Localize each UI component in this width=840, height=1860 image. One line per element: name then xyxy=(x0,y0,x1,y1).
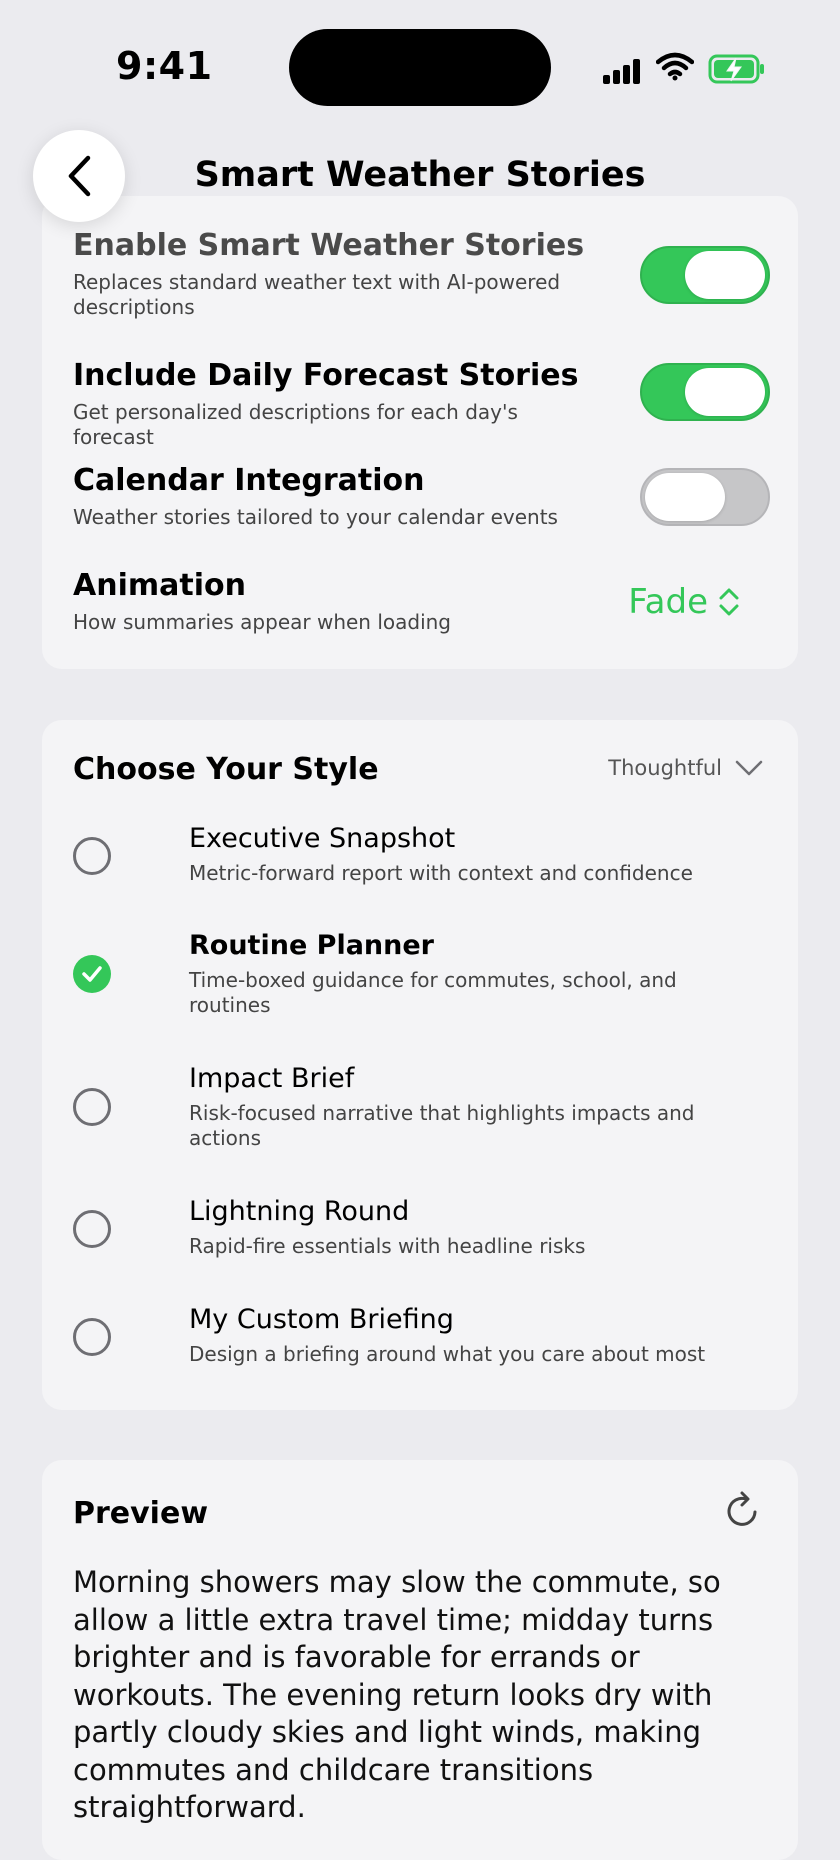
setting-subtitle: Replaces standard weather text with AI-p… xyxy=(73,270,561,319)
settings-card: Enable Smart Weather Stories Replaces st… xyxy=(42,196,798,669)
option-title: Impact Brief xyxy=(189,1063,355,1094)
chevron-up-down-icon xyxy=(719,588,739,616)
animation-picker-value: Fade xyxy=(628,582,708,622)
setting-subtitle: Get personalized descriptions for each d… xyxy=(73,400,518,449)
preview-card: Preview Morning showers may slow the com… xyxy=(42,1460,798,1860)
radio-button[interactable] xyxy=(73,1088,111,1126)
toggle-knob xyxy=(645,473,725,521)
style-card: Choose Your Style Thoughtful Executive S… xyxy=(42,720,798,1410)
option-subtitle: Time-boxed guidance for commutes, school… xyxy=(189,968,677,1017)
option-subtitle: Design a briefing around what you care a… xyxy=(189,1342,706,1366)
style-dropdown-value: Thoughtful xyxy=(608,756,722,780)
refresh-icon[interactable] xyxy=(724,1490,762,1530)
include-daily-forecast-stories-toggle[interactable] xyxy=(640,363,770,421)
radio-button-selected[interactable] xyxy=(73,955,111,993)
animation-subtitle: How summaries appear when loading xyxy=(73,610,451,634)
option-subtitle: Metric-forward report with context and c… xyxy=(189,861,693,885)
option-text: Executive Snapshot Metric-forward report… xyxy=(189,823,709,886)
option-title: Lightning Round xyxy=(189,1196,410,1227)
style-dropdown[interactable]: Thoughtful xyxy=(608,756,764,780)
option-text: Impact Brief Risk-focused narrative that… xyxy=(189,1063,709,1151)
style-section-title: Choose Your Style xyxy=(73,752,379,787)
signal-icon xyxy=(603,58,643,84)
radio-button[interactable] xyxy=(73,1318,111,1356)
option-title: Routine Planner xyxy=(189,930,434,961)
radio-button[interactable] xyxy=(73,1210,111,1248)
option-text: Lightning Round Rapid-fire essentials wi… xyxy=(189,1196,709,1259)
dynamic-island xyxy=(289,29,551,106)
checkmark-icon xyxy=(82,966,102,982)
option-text: My Custom Briefing Design a briefing aro… xyxy=(189,1304,709,1367)
wifi-icon xyxy=(656,52,694,81)
toggle-knob xyxy=(685,251,765,299)
option-subtitle: Risk-focused narrative that highlights i… xyxy=(189,1101,695,1150)
setting-subtitle: Weather stories tailored to your calenda… xyxy=(73,505,558,529)
calendar-integration-toggle[interactable] xyxy=(640,468,770,526)
status-time: 9:41 xyxy=(116,44,213,88)
chevron-down-icon xyxy=(735,760,763,776)
option-text: Routine Planner Time-boxed guidance for … xyxy=(189,930,709,1018)
preview-title: Preview xyxy=(73,1496,209,1531)
battery-charging-icon xyxy=(708,54,764,84)
option-subtitle: Rapid-fire essentials with headline risk… xyxy=(189,1234,586,1258)
page-title: Smart Weather Stories xyxy=(194,155,646,195)
enable-smart-weather-stories-toggle[interactable] xyxy=(640,246,770,304)
option-title: My Custom Briefing xyxy=(189,1304,454,1335)
status-bar: 9:41 xyxy=(0,0,840,120)
toggle-knob xyxy=(685,368,765,416)
animation-picker[interactable]: Fade xyxy=(628,582,740,622)
option-title: Executive Snapshot xyxy=(189,823,456,854)
preview-text: Morning showers may slow the commute, so… xyxy=(73,1565,721,1824)
radio-button[interactable] xyxy=(73,837,111,875)
